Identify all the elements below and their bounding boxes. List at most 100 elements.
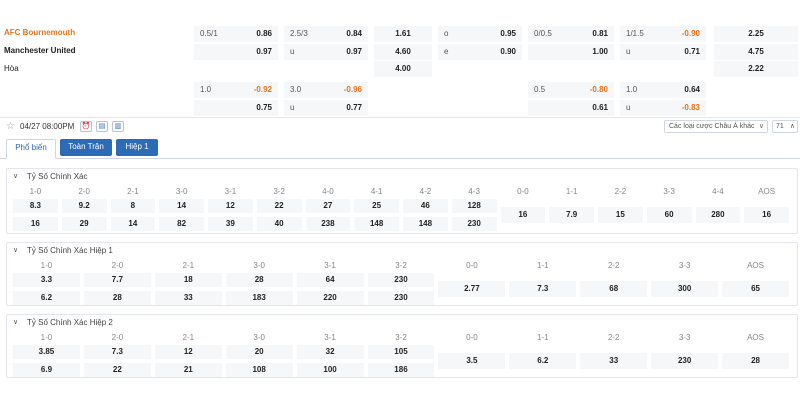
home-score-odds[interactable]: 3.85 xyxy=(13,345,80,359)
odds-cell[interactable]: 4.00 xyxy=(374,61,432,77)
odds-cell[interactable]: 4.75 xyxy=(714,44,798,60)
odds-cell[interactable]: 2.25 xyxy=(714,26,798,42)
draw-score-odds[interactable]: 16 xyxy=(744,207,789,223)
away-score-odds[interactable]: 6.2 xyxy=(13,291,80,305)
home-score-odds[interactable]: 8.3 xyxy=(13,199,58,213)
odds-cell[interactable]: 1.61 xyxy=(374,26,432,42)
draw-score-odds[interactable]: 33 xyxy=(580,353,648,369)
draw-score-odds[interactable]: 15 xyxy=(598,207,643,223)
home-score-odds[interactable]: 20 xyxy=(225,345,293,359)
away-team-name[interactable]: Manchester United xyxy=(0,42,190,60)
away-score-odds[interactable]: 40 xyxy=(256,217,302,231)
odds-cell[interactable]: 1.0 0.64 xyxy=(620,82,706,98)
odds-cell[interactable]: 2.5/3 0.84 xyxy=(284,26,368,42)
away-score-odds[interactable]: 14 xyxy=(110,217,156,231)
home-score-odds[interactable]: 128 xyxy=(451,199,497,213)
draw-score-odds[interactable]: 7.9 xyxy=(549,207,594,223)
away-score-odds[interactable]: 238 xyxy=(305,217,351,231)
odds-cell[interactable]: 1/1.5 -0.90 xyxy=(620,26,706,42)
draw-score-odds[interactable]: 2.77 xyxy=(438,281,506,297)
odds-cell[interactable]: o 0.95 xyxy=(438,26,522,42)
tab-hiep-1[interactable]: Hiệp 1 xyxy=(116,139,158,156)
home-score-odds[interactable]: 7.3 xyxy=(83,345,151,359)
away-score-odds[interactable]: 186 xyxy=(367,363,435,377)
stats-list-icon[interactable]: ▤ xyxy=(96,121,108,132)
away-score-odds[interactable]: 230 xyxy=(451,217,497,231)
draw-score-odds[interactable]: 68 xyxy=(580,281,648,297)
odds-cell[interactable]: u 0.71 xyxy=(620,44,706,60)
odds-cell[interactable]: 0/0.5 0.81 xyxy=(528,26,614,42)
odds-cell[interactable]: u -0.83 xyxy=(620,100,706,116)
away-score-odds[interactable]: 39 xyxy=(208,217,253,231)
draw-score-odds[interactable]: 300 xyxy=(651,281,719,297)
score-column: 1-0 3.85 6.9 xyxy=(13,315,80,381)
home-score-odds[interactable]: 8 xyxy=(110,199,156,213)
odds-cell[interactable]: 1.0 -0.92 xyxy=(194,82,278,98)
draw-score-odds[interactable]: 28 xyxy=(722,353,789,369)
more-markets-count[interactable]: 71 ∧ xyxy=(772,120,798,133)
away-score-odds[interactable]: 220 xyxy=(296,291,364,305)
home-score-odds[interactable]: 105 xyxy=(367,345,435,359)
away-score-odds[interactable]: 148 xyxy=(403,217,448,231)
tab-pho-bien[interactable]: Phổ biến xyxy=(6,139,56,159)
odds-cell[interactable]: e 0.90 xyxy=(438,44,522,60)
odds-cell[interactable]: 4.60 xyxy=(374,44,432,60)
home-score-odds[interactable]: 32 xyxy=(296,345,364,359)
away-score-odds[interactable]: 82 xyxy=(159,217,204,231)
odds-cell[interactable]: 0.61 xyxy=(528,100,614,116)
odds-cell[interactable]: 0.5 -0.80 xyxy=(528,82,614,98)
odds-cell[interactable]: 2.22 xyxy=(714,61,798,77)
home-score-odds[interactable]: 3.3 xyxy=(13,273,80,287)
draw-score-odds[interactable]: 60 xyxy=(646,207,692,223)
home-score-odds[interactable]: 46 xyxy=(403,199,448,213)
odds-cell[interactable]: 3.0 -0.96 xyxy=(284,82,368,98)
odds-cell[interactable]: u 0.77 xyxy=(284,100,368,116)
odds-cell[interactable]: 0.5/1 0.86 xyxy=(194,26,278,42)
odds-cell[interactable]: u 0.97 xyxy=(284,44,368,60)
alarm-clock-icon[interactable]: ⏰ xyxy=(80,121,92,132)
away-score-odds[interactable]: 33 xyxy=(154,291,222,305)
score-column: 0-0 3.5 xyxy=(438,315,506,381)
odds-cell[interactable]: 0.97 xyxy=(194,44,278,60)
favorite-star-icon[interactable]: ☆ xyxy=(6,121,15,133)
draw-score-odds[interactable]: 7.3 xyxy=(509,281,577,297)
odds-value: 4.60 xyxy=(395,47,411,56)
home-score-odds[interactable]: 64 xyxy=(296,273,364,287)
odds-cell[interactable]: 0.75 xyxy=(194,100,278,116)
home-score-odds[interactable]: 9.2 xyxy=(61,199,107,213)
draw-score-odds[interactable]: 280 xyxy=(695,207,741,223)
draw-score-odds[interactable]: 16 xyxy=(500,207,546,223)
away-score-odds[interactable]: 28 xyxy=(83,291,151,305)
bar-chart-icon[interactable]: ▥ xyxy=(112,121,124,132)
draw-score-odds[interactable]: 6.2 xyxy=(509,353,577,369)
draw-score-odds[interactable]: 3.5 xyxy=(438,353,506,369)
away-score-odds[interactable]: 6.9 xyxy=(13,363,80,377)
away-score-odds[interactable]: 148 xyxy=(354,217,399,231)
home-score-odds[interactable]: 12 xyxy=(208,199,253,213)
odds-cell[interactable]: 1.00 xyxy=(528,44,614,60)
away-score-odds[interactable]: 108 xyxy=(225,363,293,377)
bet-type-select[interactable]: Các loại cược Châu Á khác ∨ xyxy=(664,120,768,133)
away-score-odds[interactable]: 22 xyxy=(83,363,151,377)
away-score-odds[interactable]: 21 xyxy=(154,363,222,377)
score-label: AOS xyxy=(747,261,764,270)
home-score-odds[interactable]: 230 xyxy=(367,273,435,287)
home-score-odds[interactable]: 28 xyxy=(225,273,293,287)
home-score-odds[interactable]: 22 xyxy=(256,199,302,213)
away-score-odds[interactable]: 230 xyxy=(367,291,435,305)
home-score-odds[interactable]: 7.7 xyxy=(83,273,151,287)
home-score-odds[interactable]: 12 xyxy=(154,345,222,359)
home-score-odds[interactable]: 25 xyxy=(354,199,399,213)
away-score-odds[interactable]: 183 xyxy=(225,291,293,305)
away-score-odds[interactable]: 16 xyxy=(13,217,58,231)
away-score-odds[interactable]: 29 xyxy=(61,217,107,231)
draw-score-odds[interactable]: 230 xyxy=(651,353,719,369)
home-score-odds[interactable]: 27 xyxy=(305,199,351,213)
draw-score-odds[interactable]: 65 xyxy=(722,281,789,297)
home-score-odds[interactable]: 14 xyxy=(159,199,204,213)
home-team-name[interactable]: AFC Bournemouth xyxy=(0,24,190,42)
score-label: 1-0 xyxy=(40,333,53,342)
tab-toan-tran[interactable]: Toàn Trận xyxy=(60,139,112,156)
home-score-odds[interactable]: 18 xyxy=(154,273,222,287)
away-score-odds[interactable]: 100 xyxy=(296,363,364,377)
